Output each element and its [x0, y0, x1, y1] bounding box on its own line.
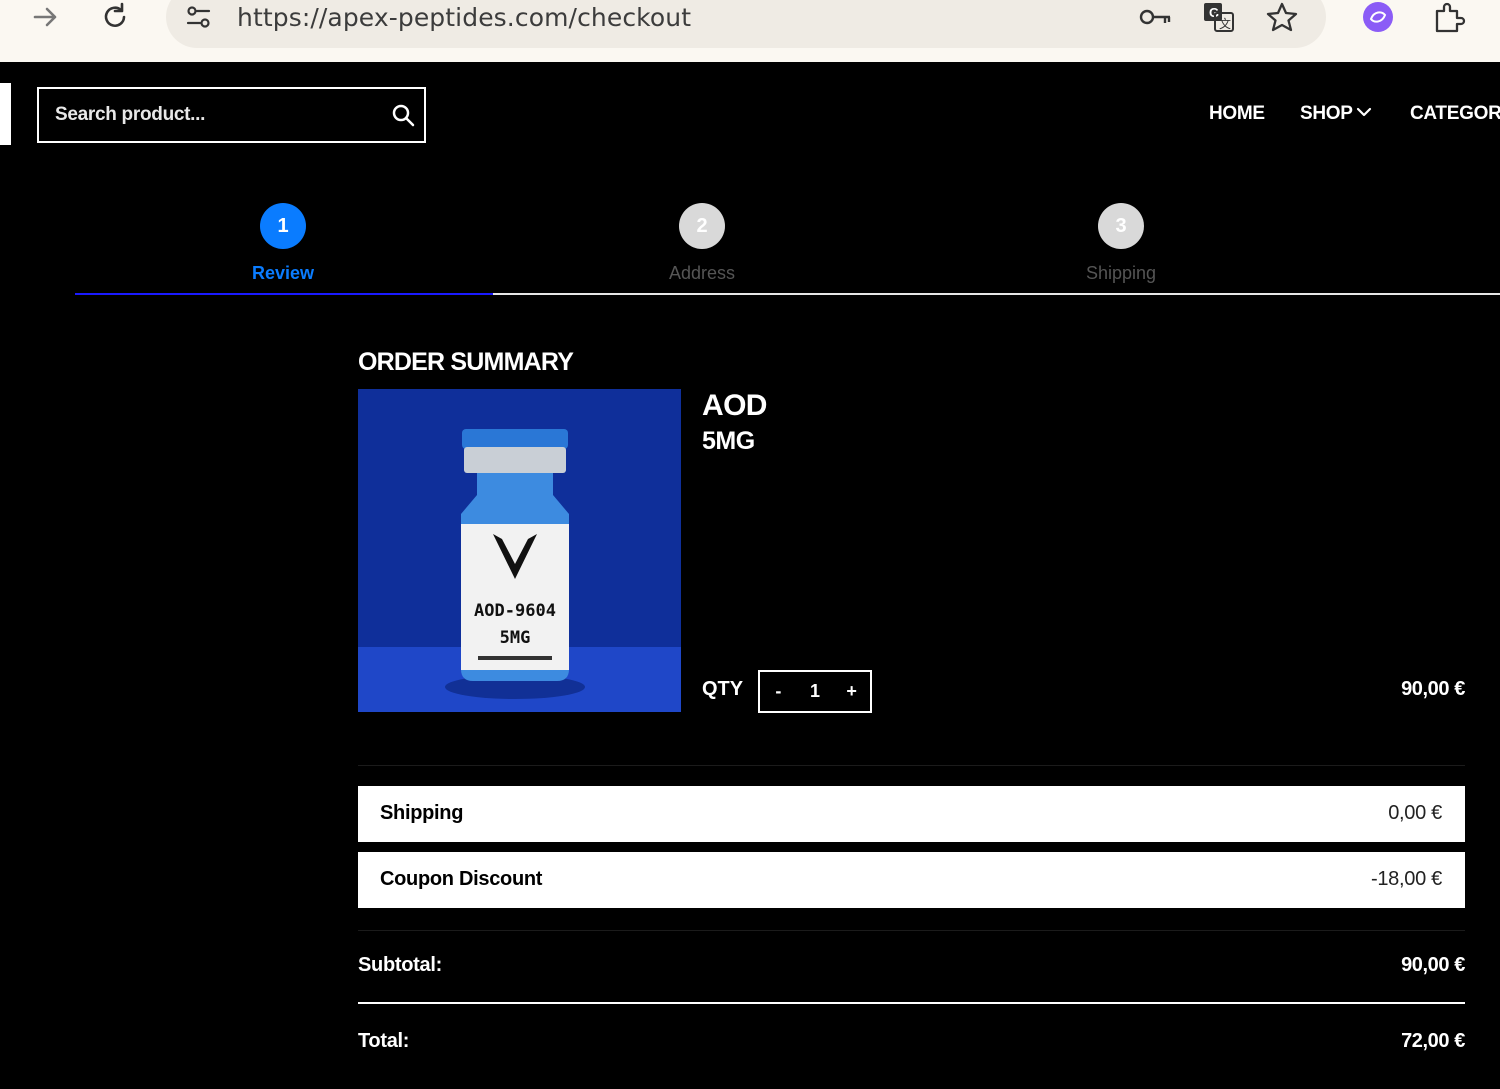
divider [358, 765, 1465, 766]
coupon-value: -18,00 € [1371, 868, 1442, 890]
step-shipping[interactable]: 3 Shipping [1021, 203, 1221, 284]
product-name[interactable]: AOD [702, 389, 767, 423]
chevron-down-icon [1356, 107, 1372, 117]
nav-categories[interactable]: CATEGORI [1410, 103, 1500, 125]
header-edge-tab [0, 83, 11, 145]
password-key-icon[interactable] [1138, 1, 1172, 33]
svg-text:文: 文 [1219, 16, 1231, 31]
step-progress-active [75, 293, 493, 295]
step-review[interactable]: 1 Review [183, 203, 383, 284]
qty-increase-button[interactable]: + [837, 681, 867, 702]
coupon-row: Coupon Discount -18,00 € [358, 852, 1465, 908]
search-icon[interactable] [391, 103, 415, 127]
divider [358, 930, 1465, 931]
copilot-icon[interactable] [1362, 1, 1396, 33]
nav-home[interactable]: HOME [1209, 103, 1265, 125]
reload-icon[interactable] [100, 2, 130, 32]
nav-shop[interactable]: SHOP [1300, 103, 1372, 125]
search-input[interactable] [39, 89, 379, 141]
order-summary-heading: ORDER SUMMARY [358, 348, 574, 376]
product-image[interactable]: AOD-9604 5MG [358, 389, 681, 712]
step-number: 2 [679, 203, 725, 249]
browser-toolbar: https://apex-peptides.com/checkout G 文 [0, 0, 1500, 62]
bookmark-star-icon[interactable] [1265, 1, 1299, 33]
translate-icon[interactable]: G 文 [1202, 1, 1236, 33]
product-variant: 5MG [702, 427, 755, 455]
step-number: 1 [260, 203, 306, 249]
step-progress-track [493, 293, 1500, 295]
qty-label: QTY [702, 678, 744, 700]
vial-label-line2: 5MG [500, 628, 531, 648]
totals-rule [358, 1002, 1465, 1004]
step-label: Address [668, 263, 736, 283]
subtotal-value: 90,00 € [1401, 954, 1465, 976]
search-box[interactable] [37, 87, 426, 143]
step-number: 3 [1098, 203, 1144, 249]
extensions-icon[interactable] [1432, 1, 1466, 33]
product-price: 90,00 € [1401, 678, 1465, 700]
step-label: Shipping [1085, 263, 1157, 283]
url-text[interactable]: https://apex-peptides.com/checkout [237, 3, 691, 32]
total-label: Total: [358, 1030, 410, 1052]
qty-decrease-button[interactable]: - [763, 681, 793, 702]
coupon-label: Coupon Discount [380, 868, 543, 890]
shipping-row: Shipping 0,00 € [358, 786, 1465, 842]
step-label: Review [251, 263, 315, 283]
site-settings-icon[interactable] [184, 2, 214, 32]
quantity-stepper: - 1 + [758, 670, 872, 713]
subtotal-label: Subtotal: [358, 954, 442, 976]
shipping-label: Shipping [380, 802, 464, 824]
nav-shop-label: SHOP [1300, 103, 1353, 124]
step-address[interactable]: 2 Address [602, 203, 802, 284]
vial-label-line1: AOD-9604 [474, 601, 556, 621]
shipping-value: 0,00 € [1388, 802, 1442, 824]
total-value: 72,00 € [1401, 1030, 1465, 1052]
qty-value[interactable]: 1 [800, 681, 830, 702]
forward-arrow-icon[interactable] [30, 2, 60, 32]
